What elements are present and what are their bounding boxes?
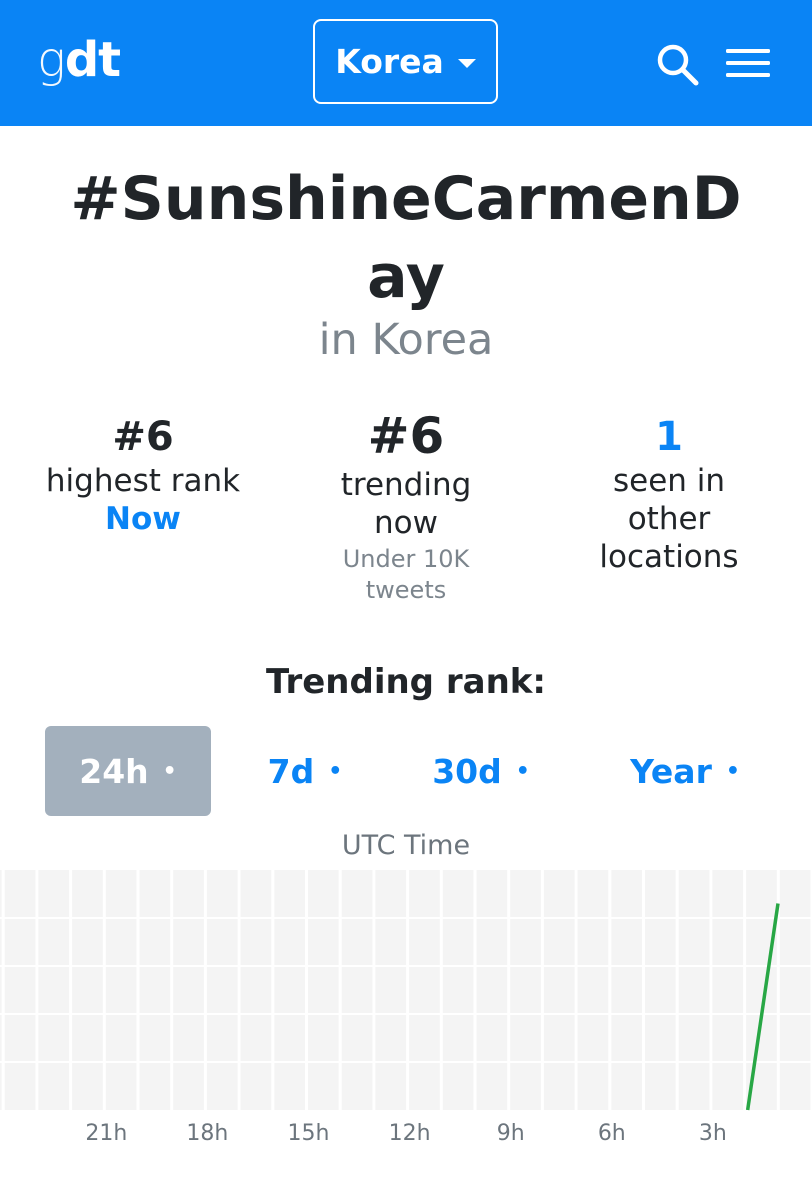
other-locations-stat[interactable]: 1 seen in other locations [546,412,792,576]
range-7d-label: 7d [267,751,315,791]
x-tick-labels: 21h 18h 15h 12h 9h 6h 3h [85,1121,727,1146]
tweet-volume-2: tweets [365,576,447,604]
other-locations-label-2: other [627,501,711,537]
current-rank-label-1: trending [340,467,472,503]
x-axis-title: UTC Time [341,830,471,861]
chart-plot-area [0,870,812,1110]
current-rank-value: #6 [367,407,445,465]
range-24h-label: 24h [79,751,149,791]
x-tick-label: 9h [497,1121,525,1146]
range-7d-dot: • [328,758,343,784]
range-year-button[interactable]: Year • [590,726,780,816]
other-locations-label-1: seen in [612,463,726,499]
hashtag-title: #SunshineCarmenDay [70,164,742,312]
gdt-logo[interactable]: gdt [37,30,121,90]
x-tick-label: 3h [699,1121,727,1146]
caret-down-icon [457,59,476,68]
range-30d-button[interactable]: 30d • [398,726,564,816]
other-locations-label-3: locations [599,539,739,575]
top-navbar: gdt Korea [0,0,812,126]
trending-rank-heading: Trending rank: [266,662,546,702]
range-year-dot: • [725,758,740,784]
x-tick-label: 12h [389,1121,431,1146]
current-rank-stat: #6 trending now Under 10K tweets [283,406,529,606]
hashtag-location: in Korea [318,315,494,365]
x-tick-label: 15h [288,1121,330,1146]
highest-rank-value: #6 [112,414,174,460]
highest-rank-label: highest rank [45,463,241,499]
range-30d-label: 30d [432,751,502,791]
x-tick-label: 21h [85,1121,127,1146]
x-tick-label: 6h [598,1121,626,1146]
logo-dt: dt [64,32,121,88]
range-30d-dot: • [515,758,530,784]
highest-rank-when: Now [105,501,181,537]
current-rank-label-2: now [374,505,438,541]
range-24h-button[interactable]: 24h • [45,726,211,816]
logo-g: g [37,32,66,88]
highest-rank-stat: #6 highest rank Now [20,412,266,538]
search-icon[interactable] [655,42,699,86]
other-locations-value[interactable]: 1 [546,412,792,462]
x-tick-label: 18h [186,1121,228,1146]
menu-icon[interactable] [726,47,770,79]
range-year-label: Year [630,751,712,791]
range-7d-button[interactable]: 7d • [222,726,388,816]
region-dropdown[interactable]: Korea [313,19,498,104]
tweet-volume-1: Under 10K [342,545,470,573]
range-24h-dot: • [162,758,177,784]
region-label: Korea [335,42,444,81]
trending-rank-chart: 21h 18h 15h 12h 9h 6h 3h [0,870,812,1146]
